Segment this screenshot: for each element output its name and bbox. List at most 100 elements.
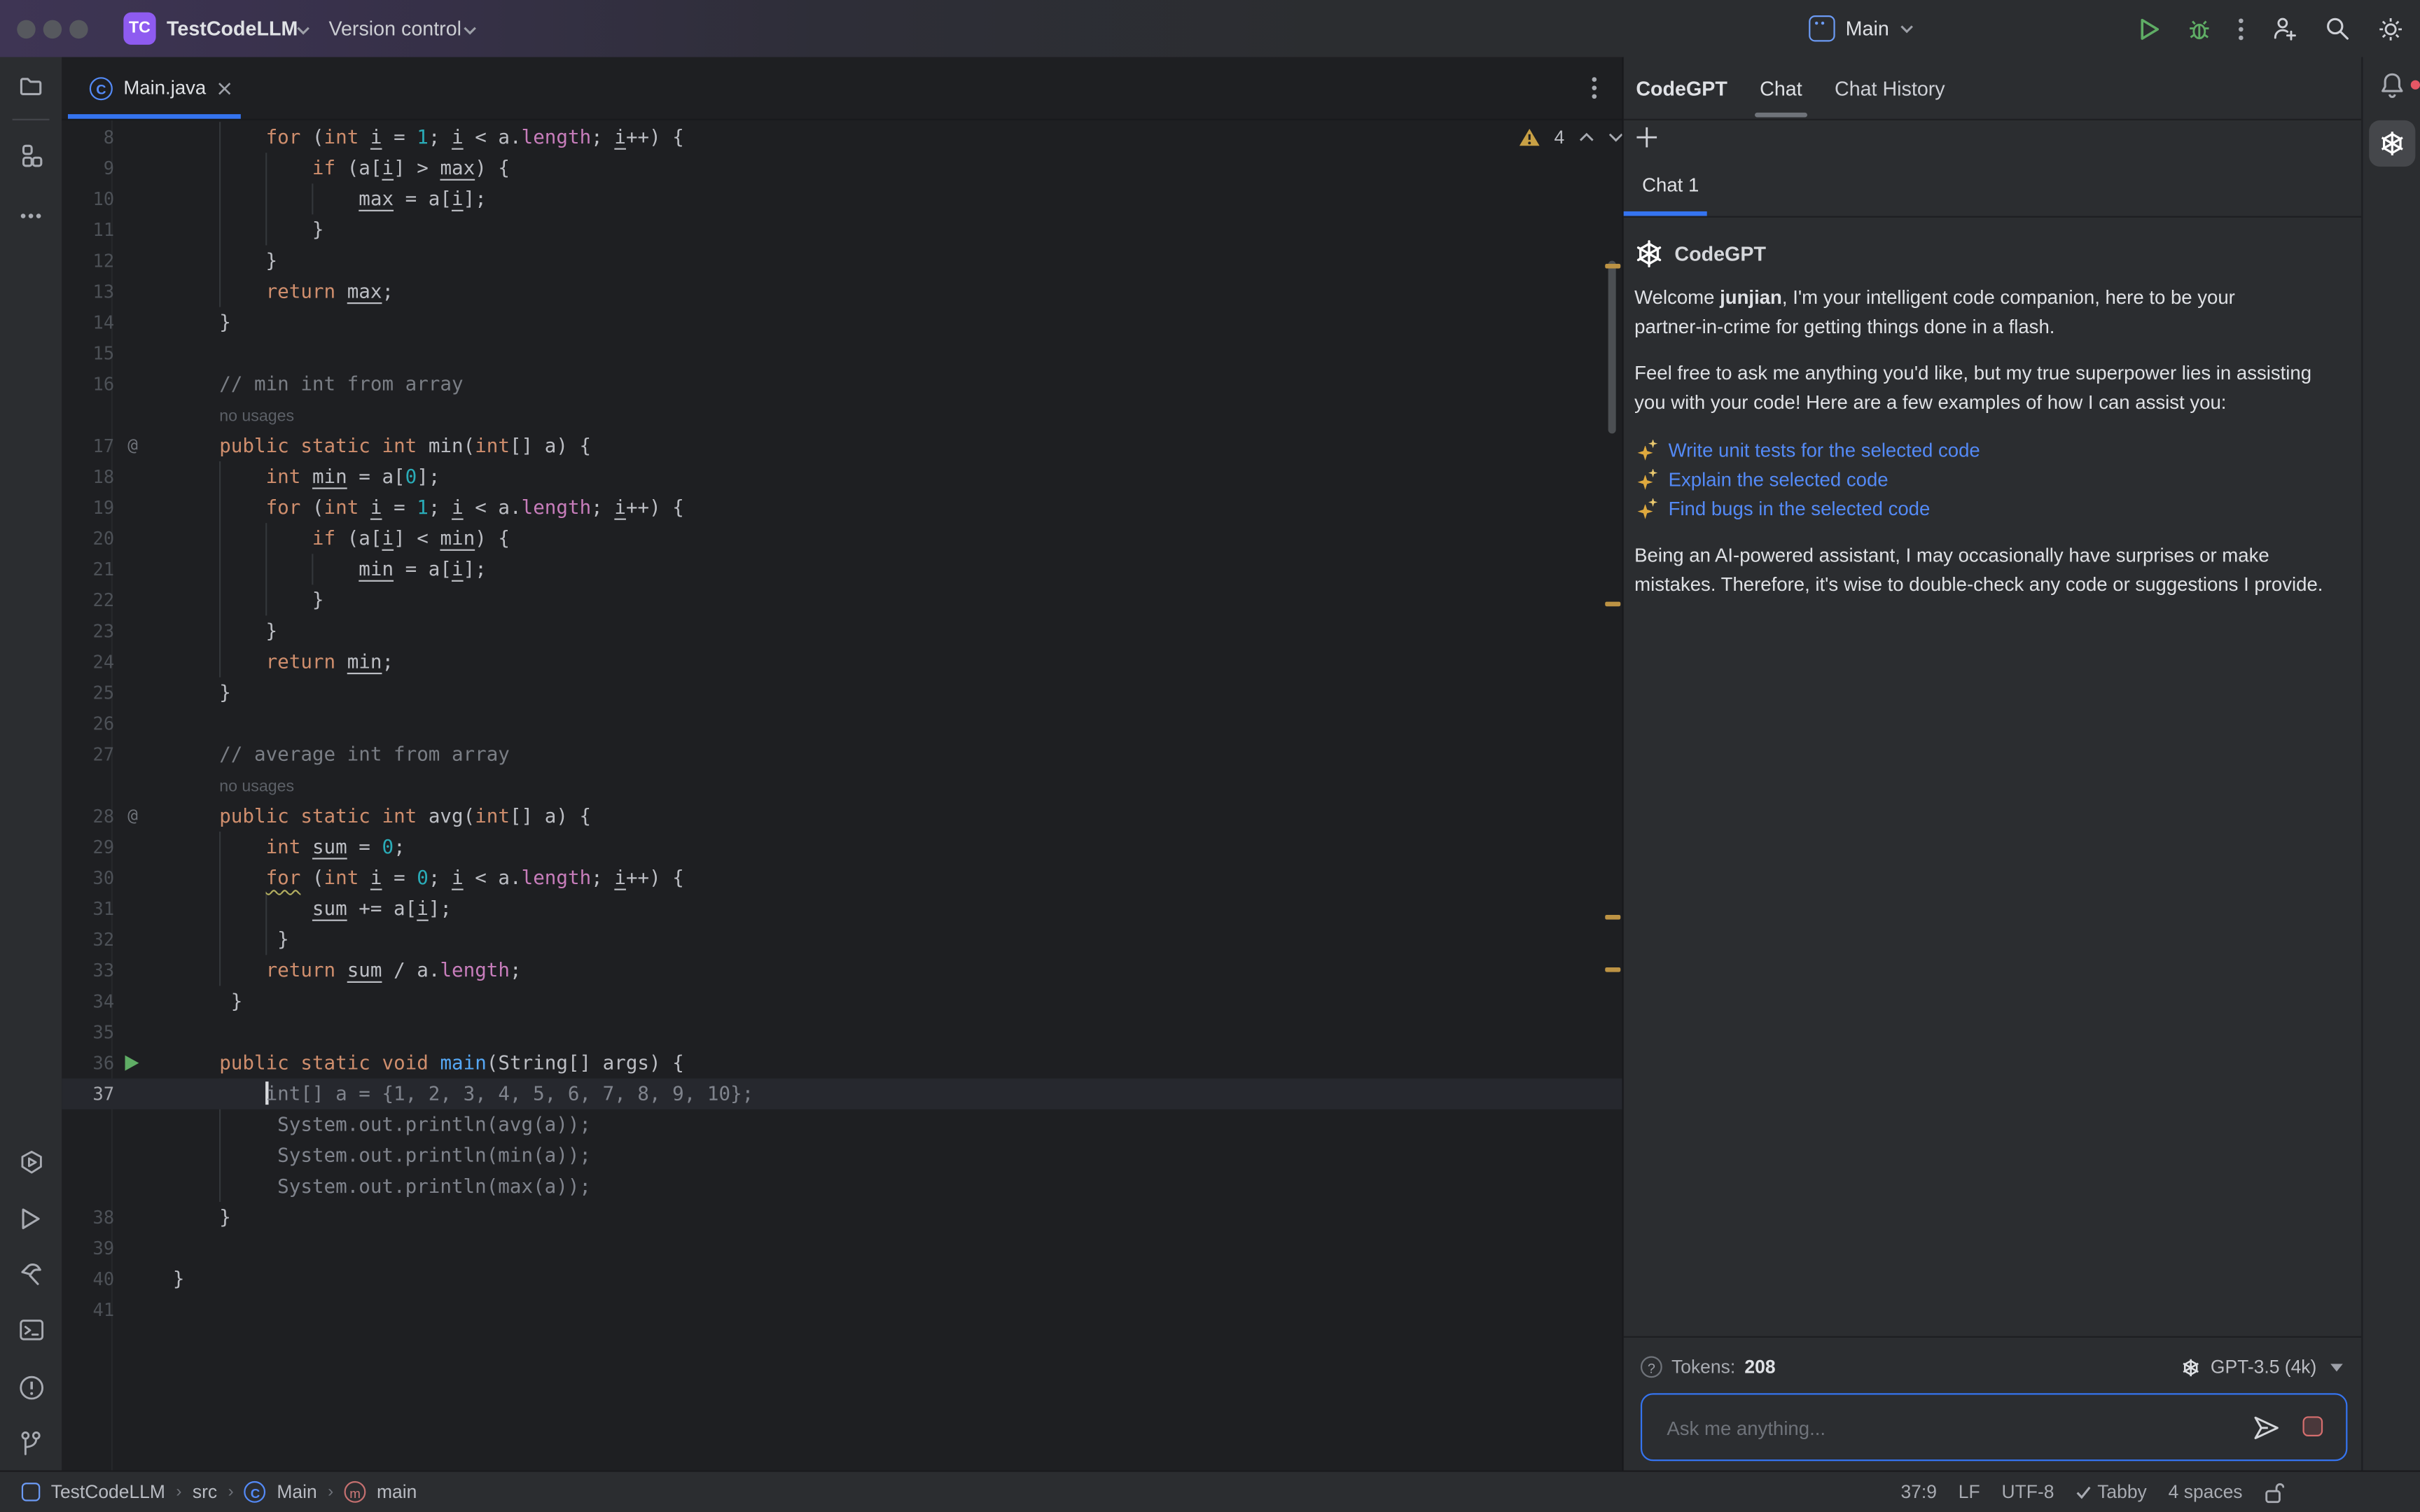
code-line[interactable]: 30 for (int i = 0; i < a.length; i++) {: [62, 862, 1622, 893]
annotation-gutter-icon[interactable]: @: [114, 430, 151, 461]
code-viewport[interactable]: 8 for (int i = 1; i < a.length; i++) {9 …: [62, 120, 1622, 1471]
code-line[interactable]: 11 }: [62, 214, 1622, 245]
inspections-widget[interactable]: 4: [1519, 127, 1622, 148]
chat-tab-1[interactable]: Chat 1: [1642, 174, 1699, 196]
tab-main-java[interactable]: C Main.java: [90, 57, 231, 119]
code-line[interactable]: 32 }: [62, 924, 1622, 955]
code-line[interactable]: 25 }: [62, 678, 1622, 708]
tab-chat[interactable]: Chat: [1760, 76, 1802, 99]
code-line[interactable]: 29 int sum = 0;: [62, 832, 1622, 862]
code-line[interactable]: 27 // average int from array: [62, 739, 1622, 770]
indent-setting[interactable]: 4 spaces: [2169, 1481, 2243, 1503]
window-close-button[interactable]: [17, 20, 35, 38]
notifications-bell-icon[interactable]: [2378, 71, 2406, 100]
window-zoom-button[interactable]: [69, 20, 88, 38]
caret-position[interactable]: 37:9: [1900, 1481, 1936, 1503]
code-with-me-icon[interactable]: [2270, 15, 2298, 41]
code-line[interactable]: 22 }: [62, 584, 1622, 615]
code-line[interactable]: 34 }: [62, 986, 1622, 1016]
chat-input[interactable]: [1664, 1394, 2179, 1462]
code-line[interactable]: 40}: [62, 1264, 1622, 1294]
settings-gear-icon[interactable]: [2377, 15, 2405, 43]
structure-icon[interactable]: [18, 144, 43, 168]
code-line[interactable]: no usages: [62, 770, 1622, 801]
run-configuration-selector[interactable]: Main: [1809, 15, 1914, 41]
warning-stripe-mark[interactable]: [1605, 264, 1620, 269]
code-line[interactable]: 31 sum += a[i];: [62, 893, 1622, 924]
debug-button[interactable]: [2187, 16, 2211, 41]
services-icon[interactable]: [18, 1149, 44, 1175]
stop-icon[interactable]: [2302, 1416, 2323, 1436]
search-icon[interactable]: [2324, 15, 2350, 41]
breadcrumb-class[interactable]: Main: [277, 1481, 317, 1503]
suggestion-write-tests[interactable]: Write unit tests for the selected code: [1638, 435, 2343, 465]
warning-stripe-mark[interactable]: [1605, 602, 1620, 607]
code-line[interactable]: no usages: [62, 400, 1622, 430]
tabby-status[interactable]: Tabby: [2075, 1481, 2146, 1503]
code-line[interactable]: System.out.println(min(a));: [62, 1140, 1622, 1171]
suggestion-explain-code[interactable]: Explain the selected code: [1638, 464, 2343, 493]
usages-inlay-hint[interactable]: no usages: [219, 778, 294, 796]
code-line[interactable]: System.out.println(max(a));: [62, 1171, 1622, 1202]
breadcrumb-src[interactable]: src: [193, 1481, 217, 1503]
build-hammer-icon[interactable]: [18, 1262, 44, 1288]
scrollbar-thumb[interactable]: [1608, 260, 1616, 433]
send-icon[interactable]: [2252, 1413, 2281, 1443]
code-line[interactable]: 14 }: [62, 307, 1622, 338]
next-warning-icon[interactable]: [1608, 133, 1622, 142]
close-tab-icon[interactable]: [217, 81, 231, 95]
code-line[interactable]: 28@ public static int avg(int[] a) {: [62, 801, 1622, 832]
code-line[interactable]: 35: [62, 1016, 1622, 1047]
terminal-icon[interactable]: [18, 1317, 44, 1342]
code-line[interactable]: 18 int min = a[0];: [62, 461, 1622, 492]
file-encoding[interactable]: UTF-8: [2002, 1481, 2054, 1503]
run-button[interactable]: [2138, 16, 2161, 41]
help-question-icon[interactable]: ?: [1641, 1356, 1662, 1378]
code-line[interactable]: 20 if (a[i] < min) {: [62, 523, 1622, 554]
code-line[interactable]: 15: [62, 338, 1622, 369]
suggestion-find-bugs[interactable]: Find bugs in the selected code: [1638, 493, 2343, 523]
vcs-menu[interactable]: Version control: [328, 17, 461, 40]
line-ending[interactable]: LF: [1959, 1481, 1980, 1503]
code-line[interactable]: 21 min = a[i];: [62, 554, 1622, 584]
run-line-gutter-icon[interactable]: [114, 1048, 151, 1079]
code-line[interactable]: 24 return min;: [62, 647, 1622, 678]
git-branch-icon[interactable]: [18, 1430, 43, 1456]
code-line[interactable]: 17@ public static int min(int[] a) {: [62, 430, 1622, 461]
usages-inlay-hint[interactable]: no usages: [219, 407, 294, 426]
run-tool-icon[interactable]: [18, 1207, 41, 1231]
warning-stripe-mark[interactable]: [1605, 967, 1620, 972]
code-line[interactable]: 9 if (a[i] > max) {: [62, 153, 1622, 183]
window-minimize-button[interactable]: [43, 20, 62, 38]
codegpt-tool-window-button[interactable]: [2369, 120, 2415, 167]
code-line[interactable]: 12 }: [62, 245, 1622, 276]
code-line[interactable]: 13 return max;: [62, 276, 1622, 307]
more-actions-button[interactable]: [2238, 16, 2244, 41]
new-chat-button[interactable]: [1636, 127, 1657, 148]
more-tool-windows-icon[interactable]: [18, 204, 43, 228]
project-menu[interactable]: TestCodeLLM: [167, 17, 298, 40]
code-line[interactable]: 41: [62, 1294, 1622, 1325]
code-line[interactable]: 10 max = a[i];: [62, 183, 1622, 214]
code-line[interactable]: 37 int[] a = {1, 2, 3, 4, 5, 6, 7, 8, 9,…: [62, 1079, 1622, 1110]
code-line[interactable]: System.out.println(avg(a));: [62, 1110, 1622, 1140]
code-line[interactable]: 8 for (int i = 1; i < a.length; i++) {: [62, 122, 1622, 153]
code-line[interactable]: 26: [62, 708, 1622, 739]
code-line[interactable]: 38 }: [62, 1202, 1622, 1233]
chat-input-box[interactable]: [1641, 1393, 2347, 1461]
problems-icon[interactable]: [18, 1375, 44, 1401]
lock-open-icon[interactable]: [2264, 1480, 2284, 1504]
warning-stripe-mark[interactable]: [1605, 915, 1620, 920]
code-line[interactable]: 19 for (int i = 1; i < a.length; i++) {: [62, 492, 1622, 523]
project-folder-icon[interactable]: [18, 74, 43, 99]
breadcrumb-project[interactable]: TestCodeLLM: [51, 1481, 165, 1503]
annotation-gutter-icon[interactable]: @: [114, 801, 151, 832]
tab-chat-history[interactable]: Chat History: [1835, 76, 1945, 99]
code-line[interactable]: 23 }: [62, 615, 1622, 646]
code-line[interactable]: 33 return sum / a.length;: [62, 955, 1622, 986]
panel-title[interactable]: CodeGPT: [1636, 76, 1727, 99]
code-line[interactable]: 16 // min int from array: [62, 369, 1622, 400]
model-selector[interactable]: GPT-3.5 (4k): [2181, 1356, 2343, 1378]
tab-options-icon[interactable]: [1591, 76, 1597, 100]
breadcrumb-method[interactable]: main: [377, 1481, 417, 1503]
